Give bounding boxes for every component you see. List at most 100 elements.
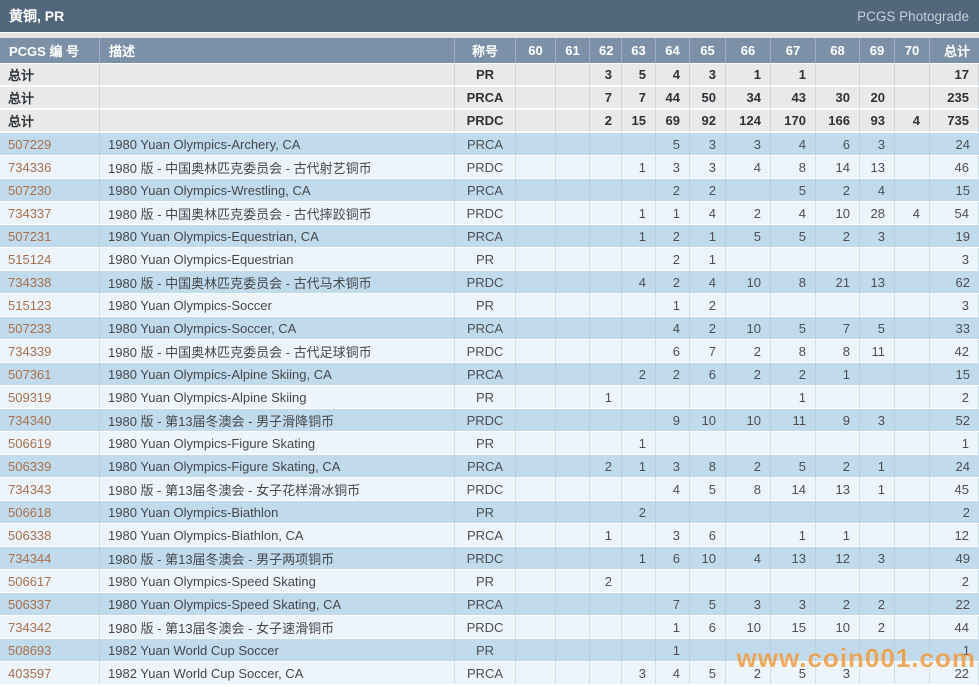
grade-count-cell (516, 271, 556, 294)
pcgs-number-link[interactable]: 734338 (0, 271, 100, 294)
grade-count-cell: 2 (690, 179, 726, 202)
grade-count-cell (556, 501, 590, 524)
table-head-row: PCGS 编 号描述 称号 60 61 62 63 64 65 66 67 68 69 70 总计 (0, 38, 979, 64)
grade-count-cell (556, 547, 590, 570)
grade-count-cell: 5 (771, 179, 816, 202)
grade-count-cell: 2 (726, 363, 771, 386)
total-cell: 735 (930, 110, 979, 133)
grade-count-cell: 3 (690, 133, 726, 156)
grade-count-cell: 10 (726, 317, 771, 340)
pcgs-number-link[interactable]: 734340 (0, 409, 100, 432)
grade-count-cell (771, 432, 816, 455)
pcgs-number-link[interactable]: 734342 (0, 616, 100, 639)
grade-count-cell (556, 616, 590, 639)
grade-count-cell (816, 248, 860, 271)
grade-count-cell: 1 (656, 202, 690, 225)
grade-count-cell (816, 570, 860, 593)
total-cell: 2 (930, 570, 979, 593)
grade-count-cell: 4 (690, 271, 726, 294)
grade-count-cell (895, 616, 930, 639)
grade-count-cell: 3 (771, 593, 816, 616)
designation-cell: PR (455, 294, 516, 317)
pcgs-number-link[interactable]: 506619 (0, 432, 100, 455)
grade-count-cell: 2 (816, 455, 860, 478)
pcgs-number-link[interactable]: 403597 (0, 662, 100, 685)
grade-count-cell (516, 156, 556, 179)
grade-count-cell (590, 225, 622, 248)
grade-count-cell (516, 340, 556, 363)
grade-count-cell: 1 (816, 524, 860, 547)
grade-count-cell (860, 662, 895, 685)
summary-row: 总计 PRDC 2 15 69 92 124 170 166 93 4 735 (0, 110, 979, 133)
column-header-pcgs-number: PCGS 编 号 (0, 38, 100, 64)
pcgs-number-link[interactable]: 734337 (0, 202, 100, 225)
grade-count-cell (622, 616, 656, 639)
grade-count-cell (556, 248, 590, 271)
pcgs-number-link[interactable]: 506618 (0, 501, 100, 524)
grade-count-cell (590, 593, 622, 616)
pcgs-number-link[interactable]: 508693 (0, 639, 100, 662)
total-cell: 22 (930, 593, 979, 616)
column-header-63: 63 (622, 38, 656, 64)
designation-cell: PRCA (455, 593, 516, 616)
pcgs-number-link[interactable]: 506339 (0, 455, 100, 478)
grade-count-cell (895, 340, 930, 363)
grade-count-cell (590, 317, 622, 340)
grade-count-cell: 5 (622, 64, 656, 87)
grade-count-cell (590, 340, 622, 363)
grade-count-cell (895, 179, 930, 202)
coin-description: 1982 Yuan World Cup Soccer (100, 639, 455, 662)
column-header-64: 64 (656, 38, 690, 64)
grade-count-cell (516, 225, 556, 248)
pcgs-number-link[interactable]: 507230 (0, 179, 100, 202)
pcgs-number-link[interactable]: 734343 (0, 478, 100, 501)
grade-count-cell: 10 (726, 616, 771, 639)
table-row: 508693 1982 Yuan World Cup Soccer PR 1 1 (0, 639, 979, 662)
grade-count-cell (816, 386, 860, 409)
grade-count-cell (516, 179, 556, 202)
grade-count-cell (556, 432, 590, 455)
grade-count-cell (726, 501, 771, 524)
pcgs-number-link[interactable]: 734336 (0, 156, 100, 179)
pcgs-number-link[interactable]: 507231 (0, 225, 100, 248)
grade-count-cell (860, 524, 895, 547)
grade-count-cell: 1 (860, 478, 895, 501)
pcgs-number-link[interactable]: 506338 (0, 524, 100, 547)
grade-count-cell: 28 (860, 202, 895, 225)
total-cell: 22 (930, 662, 979, 685)
grade-count-cell (556, 593, 590, 616)
pcgs-number-link[interactable]: 506617 (0, 570, 100, 593)
grade-count-cell: 4 (656, 478, 690, 501)
pcgs-number-link[interactable]: 515124 (0, 248, 100, 271)
grade-count-cell (622, 570, 656, 593)
grade-count-cell: 10 (690, 547, 726, 570)
coin-description: 1980 Yuan Olympics-Speed Skating, CA (100, 593, 455, 616)
pcgs-number-link[interactable]: 734344 (0, 547, 100, 570)
designation-cell: PRDC (455, 202, 516, 225)
table-row: 507361 1980 Yuan Olympics-Alpine Skiing, … (0, 363, 979, 386)
grade-count-cell (590, 156, 622, 179)
pcgs-number-link[interactable]: 507233 (0, 317, 100, 340)
pcgs-number-link[interactable]: 506337 (0, 593, 100, 616)
pcgs-number-link[interactable]: 507229 (0, 133, 100, 156)
grade-count-cell (516, 64, 556, 87)
grade-count-cell: 30 (816, 87, 860, 110)
grade-count-cell (590, 248, 622, 271)
designation-cell: PR (455, 501, 516, 524)
grade-count-cell: 2 (656, 248, 690, 271)
designation-cell: PRCA (455, 317, 516, 340)
total-cell: 2 (930, 501, 979, 524)
grade-count-cell (516, 248, 556, 271)
grade-count-cell: 7 (690, 340, 726, 363)
pcgs-number-link[interactable]: 509319 (0, 386, 100, 409)
grade-count-cell (590, 179, 622, 202)
grade-count-cell (895, 409, 930, 432)
pcgs-number-link[interactable]: 515123 (0, 294, 100, 317)
coin-description: 1980 版 - 第13届冬澳会 - 女子速滑铜币 (100, 616, 455, 639)
grade-count-cell (622, 317, 656, 340)
pcgs-number-link[interactable]: 734339 (0, 340, 100, 363)
grade-count-cell (622, 386, 656, 409)
pcgs-number-link[interactable]: 507361 (0, 363, 100, 386)
grade-count-cell: 1 (622, 432, 656, 455)
grade-count-cell: 124 (726, 110, 771, 133)
